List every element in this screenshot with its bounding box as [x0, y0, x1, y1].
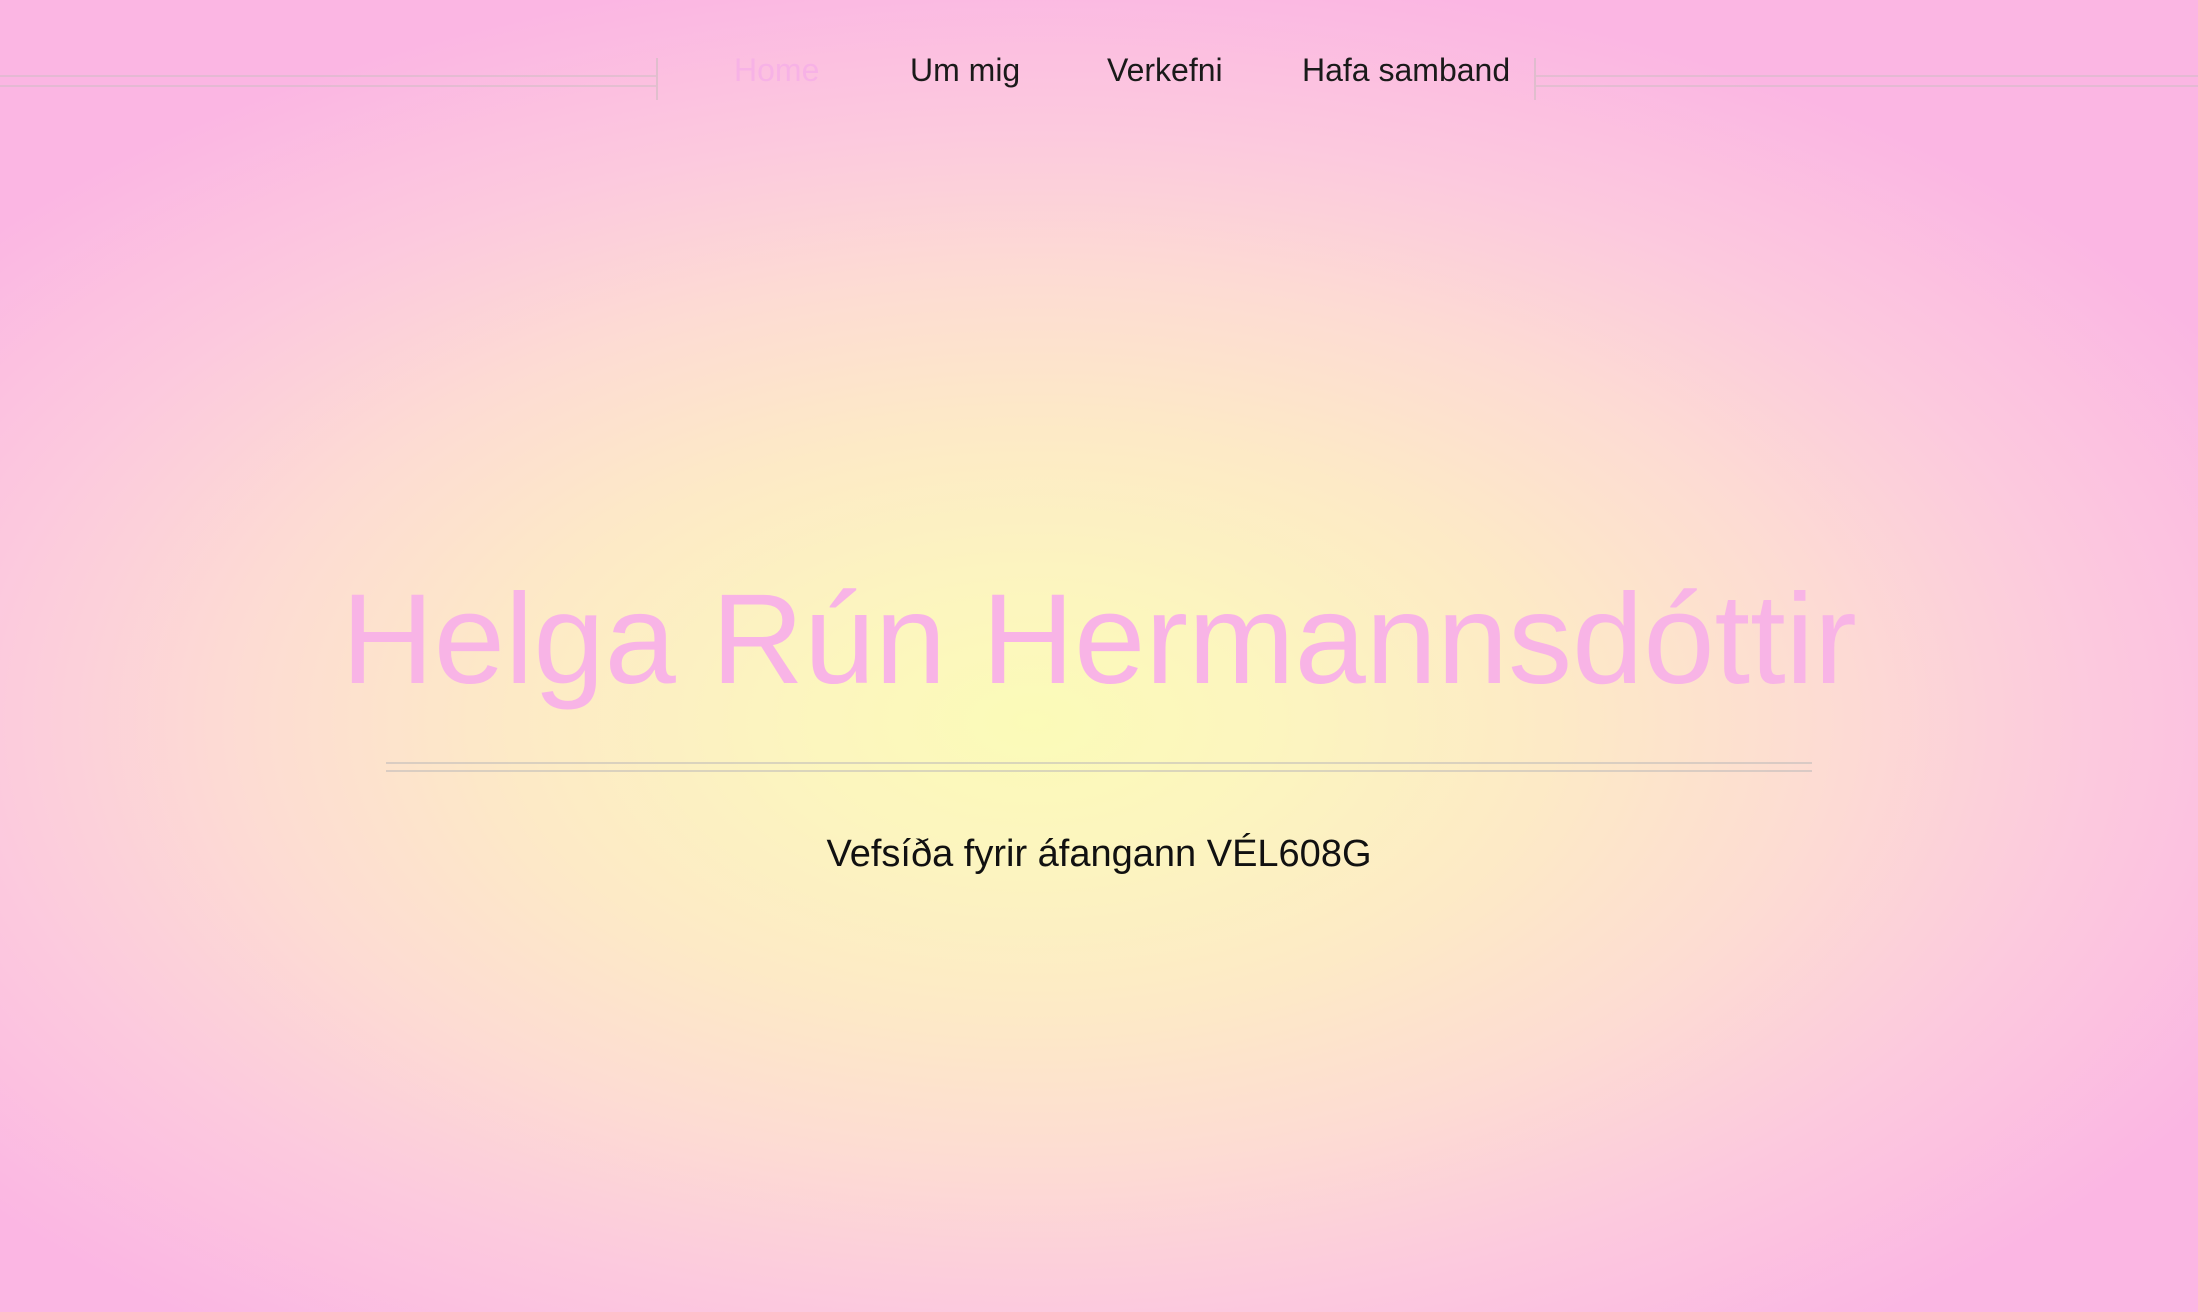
hero-divider [386, 762, 1812, 772]
page-title: Helga Rún Hermannsdóttir [341, 568, 1857, 711]
nav-divider-left [0, 75, 656, 87]
nav-divider-right [1536, 75, 2198, 87]
nav-link-hafa-samband[interactable]: Hafa samband [1302, 46, 1510, 94]
nav-link-um-mig[interactable]: Um mig [910, 46, 1020, 94]
nav-link-home[interactable]: Home [734, 46, 819, 94]
nav-link-verkefni[interactable]: Verkefni [1107, 46, 1223, 94]
page-subtitle: Vefsíða fyrir áfangann VÉL608G [826, 833, 1372, 875]
